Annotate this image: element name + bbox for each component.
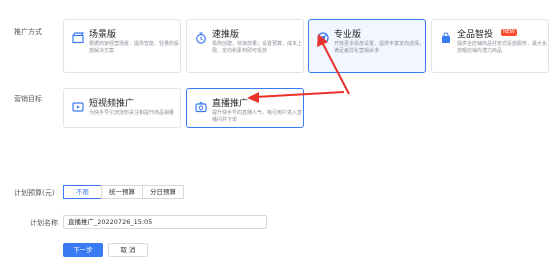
arrow-to-live-promo xyxy=(247,91,345,103)
budget-label: 计划预算(元) xyxy=(14,189,55,197)
annotation-arrows xyxy=(247,34,350,103)
budget-daily-option[interactable]: 分日预算 xyxy=(142,185,184,199)
budget-unified-option[interactable]: 统一预算 xyxy=(101,185,143,199)
plan-name-input[interactable]: 直播推广_20220726_15:05 xyxy=(63,215,267,229)
arrow-to-pro-version xyxy=(317,34,350,95)
next-button[interactable]: 下一步 xyxy=(63,243,103,257)
plan-name-label: 计划名称 xyxy=(30,219,58,227)
budget-unlimited-option[interactable]: 不限 xyxy=(63,185,102,199)
cancel-button[interactable]: 取 消 xyxy=(108,243,148,257)
